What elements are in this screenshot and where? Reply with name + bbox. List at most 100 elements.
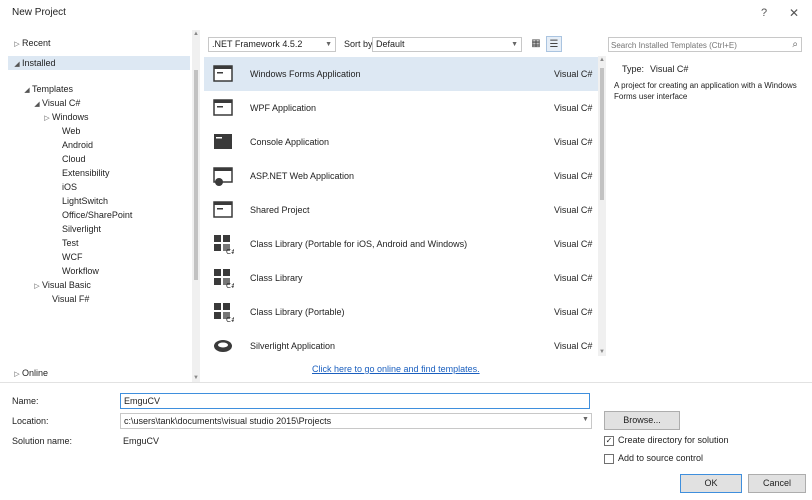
chevron-down-icon: ▼ <box>325 41 332 48</box>
tree-item[interactable]: Visual F# <box>8 292 190 306</box>
class-library-icon: C# <box>212 301 237 324</box>
framework-select[interactable]: .NET Framework 4.5.2 ▼ <box>208 37 336 52</box>
tree-item[interactable]: Office/SharePoint <box>8 208 190 222</box>
scroll-down-icon[interactable]: ▼ <box>192 374 200 382</box>
scroll-up-icon[interactable]: ▲ <box>192 30 200 38</box>
sort-select[interactable]: Default ▼ <box>372 37 522 52</box>
name-label: Name: <box>12 396 39 406</box>
class-library-icon: C# <box>212 267 237 290</box>
aspnet-icon <box>212 165 234 187</box>
grid-view-icon: ▦ <box>531 38 541 49</box>
template-list-scrollbar[interactable]: ▲ ▼ <box>598 56 606 356</box>
tree-item-label: Extensibility <box>62 168 110 178</box>
tree-item-label: Silverlight <box>62 224 102 234</box>
tree-item[interactable]: Extensibility <box>8 166 190 180</box>
template-item[interactable]: C# Class Library (Portable) Visual C# <box>204 295 598 329</box>
silverlight-icon <box>212 335 234 357</box>
tree-item[interactable]: Workflow <box>8 264 190 278</box>
location-label: Location: <box>12 416 49 426</box>
tree-item-label: Visual Basic <box>42 280 91 290</box>
template-item[interactable]: Shared Project Visual C# <box>204 193 598 227</box>
tree-item[interactable]: Cloud <box>8 152 190 166</box>
tree-item-label: Templates <box>32 84 74 94</box>
scroll-up-icon[interactable]: ▲ <box>598 56 606 64</box>
template-list-scrollbar-thumb[interactable] <box>600 68 604 200</box>
tree-item-label: Visual F# <box>52 294 90 304</box>
list-view-button[interactable]: ☰ <box>546 36 562 52</box>
expand-arrow-icon[interactable]: ◢ <box>12 58 22 72</box>
sort-by-label: Sort by: <box>344 39 376 49</box>
tree-item[interactable]: ◢ Installed <box>8 56 190 70</box>
template-tree-pane: ▷ Recent ◢ Installed ◢ Templates ◢ Visual C# ▷ Wi… <box>8 30 200 382</box>
template-item[interactable]: WPF Application Visual C# <box>204 91 598 125</box>
template-language: Visual C# <box>554 205 593 215</box>
tree-item[interactable]: Android <box>8 138 190 152</box>
svg-text:C#: C# <box>226 282 234 289</box>
cancel-button[interactable]: Cancel <box>748 474 806 493</box>
tree-item-label: Installed <box>22 58 56 68</box>
tree-item-label: Test <box>62 238 79 248</box>
tree-item[interactable]: Test <box>8 236 190 250</box>
source-control-checkbox[interactable]: Add to source control <box>604 452 703 466</box>
template-item[interactable]: Windows Forms Application Visual C# <box>204 57 598 91</box>
ok-button[interactable]: OK <box>680 474 742 493</box>
template-item[interactable]: C# Class Library (Portable for iOS, Andro… <box>204 227 598 261</box>
create-directory-checkbox[interactable]: ✓ Create directory for solution <box>604 434 729 448</box>
template-name: Windows Forms Application <box>250 69 361 79</box>
expand-arrow-icon[interactable]: ▷ <box>12 38 22 52</box>
template-description: A project for creating an application wi… <box>614 81 797 101</box>
template-item[interactable]: C# Class Library Visual C# <box>204 261 598 295</box>
tree-item[interactable]: WCF <box>8 250 190 264</box>
template-language: Visual C# <box>554 69 593 79</box>
online-templates-link[interactable]: Click here to go online and find templat… <box>312 364 480 374</box>
template-name: Class Library (Portable for iOS, Android… <box>250 239 468 249</box>
template-language: Visual C# <box>554 137 593 147</box>
tree-item-label: Recent <box>22 38 51 48</box>
template-name: Silverlight Application <box>250 341 336 351</box>
template-type: Type: Visual C# <box>622 64 688 74</box>
window-title: New Project <box>12 7 66 18</box>
solution-name-input[interactable]: EmguCV <box>120 433 420 449</box>
list-view-icon: ☰ <box>549 39 559 50</box>
close-icon[interactable]: ✕ <box>786 5 802 21</box>
tree-item-label: Online <box>22 368 49 378</box>
expand-arrow-icon[interactable]: ▷ <box>12 368 22 382</box>
search-input[interactable] <box>611 39 783 51</box>
name-input[interactable] <box>120 393 590 409</box>
help-icon[interactable]: ? <box>756 5 772 21</box>
type-value: Visual C# <box>650 64 689 74</box>
browse-button[interactable]: Browse... <box>604 411 680 430</box>
tree-item[interactable]: ▷ Visual Basic <box>8 278 190 292</box>
search-icon[interactable]: ⌕ <box>792 38 798 52</box>
checkbox-icon[interactable]: ✓ <box>604 435 614 446</box>
source-control-label: Add to source control <box>618 453 704 463</box>
tree-item[interactable]: iOS <box>8 180 190 194</box>
tree-item[interactable]: ◢ Templates <box>8 82 190 96</box>
framework-select-value: .NET Framework 4.5.2 <box>212 39 303 49</box>
template-language: Visual C# <box>554 273 593 283</box>
tree-item-label: Office/SharePoint <box>62 210 133 220</box>
tree-scrollbar-thumb[interactable] <box>194 70 198 280</box>
svg-text:C#: C# <box>226 248 234 255</box>
tree-item[interactable]: LightSwitch <box>8 194 190 208</box>
location-input[interactable] <box>120 413 592 429</box>
tree-item[interactable]: Web <box>8 124 190 138</box>
scroll-down-icon[interactable]: ▼ <box>598 348 606 356</box>
tree-item[interactable]: ▷ Recent <box>8 36 190 50</box>
tile-view-button[interactable]: ▦ <box>528 36 544 52</box>
tree-item[interactable]: ▷ Windows <box>8 110 190 124</box>
chevron-down-icon: ▼ <box>511 41 518 48</box>
tree-item[interactable]: ◢ Visual C# <box>8 96 190 110</box>
tree-scrollbar[interactable]: ▲ ▼ <box>192 30 200 382</box>
search-box[interactable]: ⌕ <box>608 37 802 52</box>
chevron-down-icon[interactable]: ▼ <box>582 416 589 423</box>
template-item[interactable]: Console Application Visual C# <box>204 125 598 159</box>
tree-item-label: Workflow <box>62 266 99 276</box>
tree-item[interactable]: Silverlight <box>8 222 190 236</box>
template-item[interactable]: Silverlight Application Visual C# <box>204 329 598 363</box>
type-label: Type: <box>622 64 645 74</box>
tree-item[interactable]: ▷ Online <box>8 366 190 380</box>
checkbox-icon[interactable] <box>604 453 614 464</box>
template-item[interactable]: ASP.NET Web Application Visual C# <box>204 159 598 193</box>
template-name: Console Application <box>250 137 330 147</box>
